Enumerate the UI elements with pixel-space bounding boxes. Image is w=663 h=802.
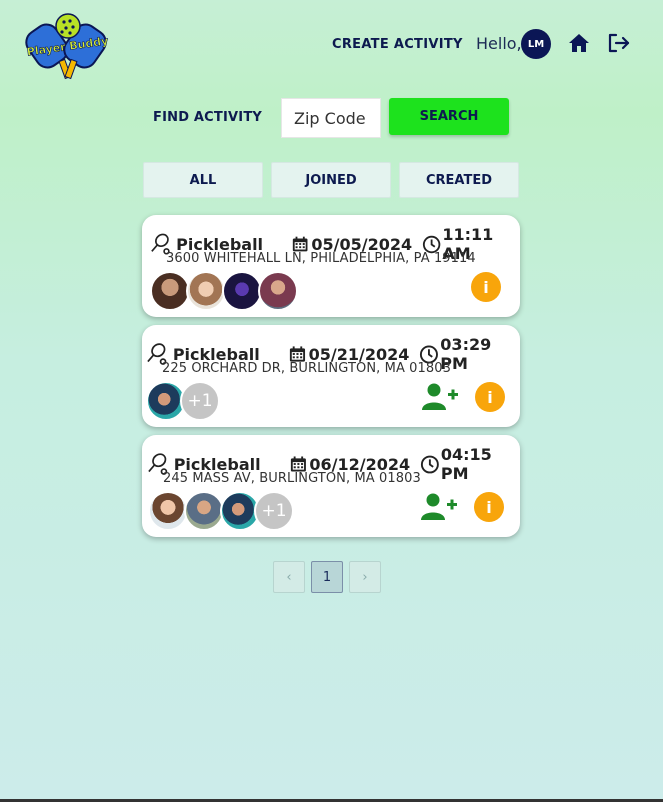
activity-card[interactable]: Pickleball 05/05/2024 11:11 AM 3600 WHIT…: [142, 215, 520, 317]
logout-icon[interactable]: [607, 32, 631, 54]
info-icon[interactable]: i: [471, 272, 501, 302]
activity-card[interactable]: Pickleball 05/21/2024 03:29 PM 225 ORCHA…: [142, 325, 520, 427]
info-icon[interactable]: i: [475, 382, 505, 412]
activity-time: 04:15 PM: [440, 445, 492, 483]
create-activity-link[interactable]: CREATE ACTIVITY: [332, 37, 463, 52]
search-button[interactable]: SEARCH: [389, 98, 509, 135]
prev-page-button[interactable]: ‹: [273, 561, 305, 593]
participant-avatar[interactable]: [222, 271, 262, 311]
more-participants-badge: +1: [180, 381, 220, 421]
activity-address: 3600 WHITEHALL LN, PHILADELPHIA, PA 1911…: [166, 251, 476, 266]
info-icon[interactable]: i: [474, 492, 504, 522]
tab-joined[interactable]: JOINED: [271, 162, 391, 198]
home-icon[interactable]: [567, 32, 591, 54]
avatar[interactable]: LM: [521, 29, 551, 59]
tab-all[interactable]: ALL: [143, 162, 263, 198]
player-buddy-logo[interactable]: Player Buddy: [24, 12, 112, 82]
activity-address: 245 MASS AV, BURLINGTON, MA 01803: [163, 471, 421, 486]
clock-icon: [421, 455, 439, 473]
greeting-text: Hello,: [476, 34, 522, 53]
participant-avatar[interactable]: [258, 271, 298, 311]
add-user-icon[interactable]: [422, 382, 458, 412]
activity-time: 03:29 PM: [440, 335, 492, 373]
next-page-button[interactable]: ›: [349, 561, 381, 593]
add-user-icon[interactable]: [421, 492, 457, 522]
participants-list: +1: [146, 381, 220, 421]
participant-avatar[interactable]: [148, 491, 188, 531]
participant-avatar[interactable]: [150, 271, 190, 311]
tab-created[interactable]: CREATED: [399, 162, 519, 198]
participant-avatar[interactable]: [186, 271, 226, 311]
page-number-button[interactable]: 1: [311, 561, 343, 593]
find-activity-label: FIND ACTIVITY: [153, 110, 262, 125]
activity-address: 225 ORCHARD DR, BURLINGTON, MA 01803: [162, 361, 452, 376]
activity-card[interactable]: Pickleball 06/12/2024 04:15 PM 245 MASS …: [142, 435, 520, 537]
participants-list: +1: [148, 491, 294, 531]
zip-code-input[interactable]: [281, 98, 381, 138]
participant-avatar[interactable]: [184, 491, 224, 531]
more-participants-badge: +1: [254, 491, 294, 531]
participants-list: [150, 271, 298, 311]
